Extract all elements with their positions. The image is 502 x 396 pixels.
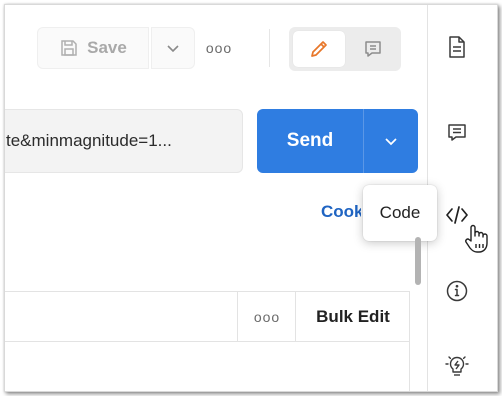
more-options-icon: ooo [205, 40, 233, 56]
documentation-button[interactable] [439, 29, 475, 65]
more-options-button[interactable]: ooo [199, 27, 239, 69]
save-dropdown-button[interactable] [151, 27, 195, 69]
bulk-edit-label: Bulk Edit [316, 306, 390, 326]
info-icon [445, 279, 469, 303]
table-border [409, 291, 410, 391]
column-divider [237, 291, 238, 341]
chevron-down-icon [384, 134, 398, 148]
bulk-edit-button[interactable]: Bulk Edit [297, 292, 409, 341]
save-button[interactable]: Save [37, 27, 149, 69]
send-dropdown-button[interactable] [364, 109, 418, 173]
send-label: Send [286, 130, 334, 151]
send-button[interactable]: Send [257, 109, 363, 173]
cookies-link[interactable]: Cookies [321, 202, 361, 224]
app-window: Save ooo te&minmagnitude=1... Send Coo C… [4, 4, 498, 392]
scrollbar-thumb[interactable] [415, 237, 421, 285]
save-label: Save [87, 38, 127, 57]
document-icon [446, 35, 468, 59]
more-options-icon: ooo [253, 308, 281, 325]
column-divider [295, 291, 296, 341]
pencil-icon [308, 38, 330, 60]
edit-mode-button[interactable] [293, 31, 345, 67]
lightbulb-icon [444, 352, 470, 378]
comment-mode-button[interactable] [349, 31, 397, 67]
suggestions-button[interactable] [439, 347, 475, 383]
toolbar-divider [269, 29, 270, 67]
comment-icon [362, 38, 384, 60]
url-text: te&minmagnitude=1... [6, 131, 172, 150]
url-input[interactable]: te&minmagnitude=1... [5, 109, 243, 173]
floppy-disk-icon [59, 38, 79, 58]
table-more-options-button[interactable]: ooo [239, 292, 295, 341]
info-button[interactable] [439, 273, 475, 309]
comment-icon [446, 122, 468, 144]
comments-button[interactable] [439, 115, 475, 151]
table-border [5, 341, 409, 342]
tooltip-text: Code [379, 203, 421, 222]
chevron-down-icon [166, 41, 180, 55]
hand-cursor-icon [463, 223, 491, 255]
code-tooltip: Code [363, 185, 437, 241]
